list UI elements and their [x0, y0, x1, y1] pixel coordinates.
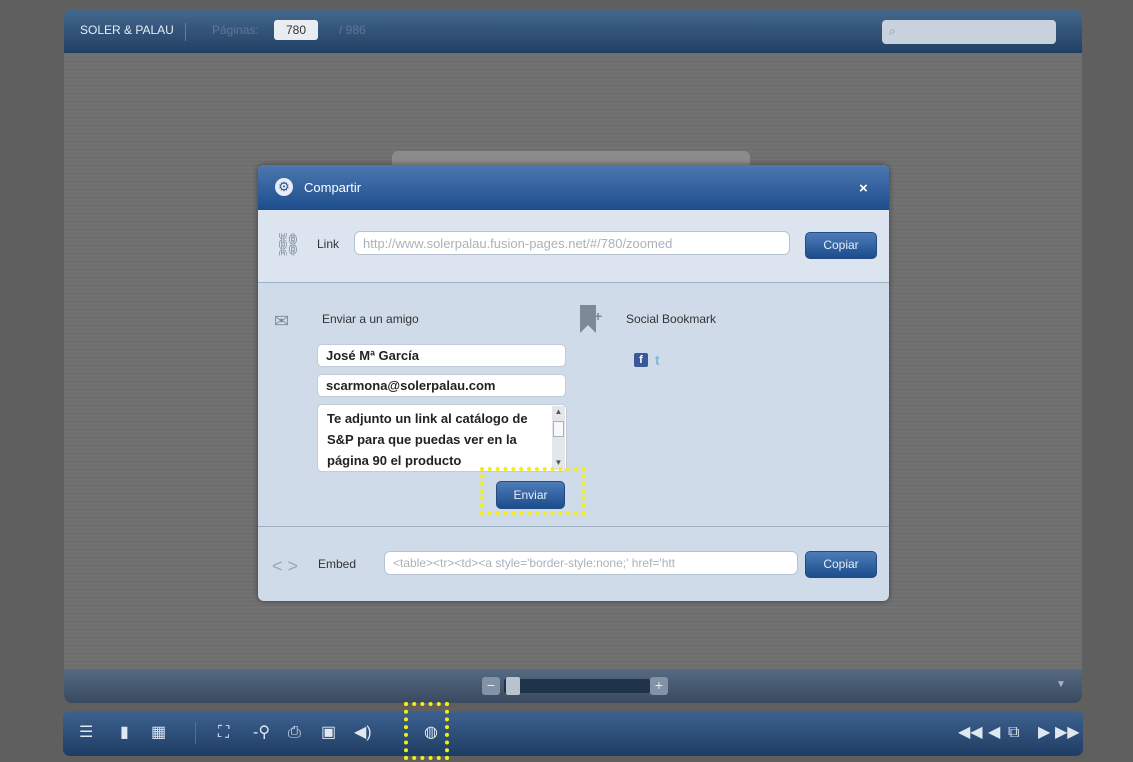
- search-input[interactable]: ⌕: [882, 20, 1056, 44]
- divider: [185, 23, 186, 41]
- copy-link-button[interactable]: Copiar: [805, 232, 877, 259]
- copy-embed-button[interactable]: Copiar: [805, 551, 877, 578]
- zoom-slider-thumb[interactable]: [506, 677, 520, 695]
- zoom-out-icon[interactable]: -⚲: [253, 723, 270, 743]
- scrollbar-thumb[interactable]: [553, 421, 564, 437]
- link-icon: ⛓: [274, 232, 302, 257]
- zoom-bar: − + ▼: [64, 669, 1082, 703]
- save-icon[interactable]: ▣: [321, 723, 336, 743]
- social-bookmark-title: Social Bookmark: [626, 312, 717, 326]
- dialog-header: ⚙ Compartir ×: [258, 165, 889, 210]
- zoom-out-button[interactable]: −: [482, 677, 500, 695]
- send-to-friend-title: Enviar a un amigo: [322, 312, 419, 326]
- email-field[interactable]: [317, 374, 566, 397]
- link-section: ⛓ Link Copiar: [258, 210, 889, 282]
- embed-field[interactable]: [384, 551, 798, 575]
- divider: [258, 526, 889, 527]
- single-page-icon[interactable]: ▮: [120, 723, 129, 743]
- search-icon: ⌕: [889, 24, 896, 38]
- table-of-contents-icon[interactable]: ☰: [79, 723, 93, 743]
- fullscreen-icon[interactable]: ⛶: [218, 723, 229, 743]
- next-page-icon[interactable]: ▶: [1038, 723, 1050, 743]
- share-dialog: ⚙ Compartir × ⛓ Link Copiar ✉ Enviar a u…: [258, 165, 889, 601]
- sound-icon[interactable]: ◀): [354, 723, 372, 743]
- dialog-title: Compartir: [304, 180, 362, 195]
- send-button-highlight: [480, 467, 586, 515]
- link-field[interactable]: [354, 231, 790, 255]
- twitter-icon[interactable]: t: [655, 352, 669, 368]
- total-pages: / 986: [339, 23, 366, 37]
- divider: [258, 282, 889, 283]
- page-view-icon[interactable]: ⧉: [1008, 723, 1019, 743]
- thumbnails-grid-icon[interactable]: ▦: [151, 723, 166, 743]
- name-field[interactable]: [317, 344, 566, 367]
- divider: [195, 722, 196, 744]
- top-bar: SOLER & PALAU Páginas: / 986 ⌕: [64, 9, 1082, 53]
- close-button[interactable]: ×: [859, 180, 868, 197]
- message-textarea[interactable]: Te adjunto un link al catálogo de S&P pa…: [317, 404, 567, 472]
- share-icon: ⚙: [275, 178, 293, 196]
- last-page-icon[interactable]: ▶▶: [1055, 723, 1080, 743]
- code-icon: < >: [272, 556, 299, 576]
- chevron-down-icon[interactable]: ▼: [1056, 679, 1066, 690]
- plus-icon: +: [594, 308, 603, 324]
- zoom-slider-track[interactable]: [504, 679, 650, 693]
- scroll-up-icon[interactable]: ▲: [552, 406, 565, 418]
- embed-label: Embed: [318, 557, 357, 571]
- page-number-input[interactable]: [274, 20, 318, 40]
- previous-page-icon[interactable]: ◀: [988, 723, 1000, 743]
- print-icon[interactable]: ⎙: [288, 723, 301, 743]
- first-page-icon[interactable]: ◀◀: [958, 723, 983, 743]
- bottom-toolbar: ☰ ▮ ▦ ⛶ -⚲ ⎙ ▣ ◀) ◍ ◀◀ ◀ ⧉ ▶ ▶▶: [63, 711, 1083, 756]
- share-button-highlight: [404, 702, 449, 760]
- facebook-icon[interactable]: f: [634, 353, 648, 367]
- envelope-icon: ✉: [274, 311, 290, 331]
- brand-title: SOLER & PALAU: [80, 23, 174, 37]
- zoom-in-button[interactable]: +: [650, 677, 668, 695]
- message-text: Te adjunto un link al catálogo de S&P pa…: [327, 411, 528, 468]
- link-label: Link: [317, 237, 340, 251]
- pages-label: Páginas:: [212, 23, 259, 37]
